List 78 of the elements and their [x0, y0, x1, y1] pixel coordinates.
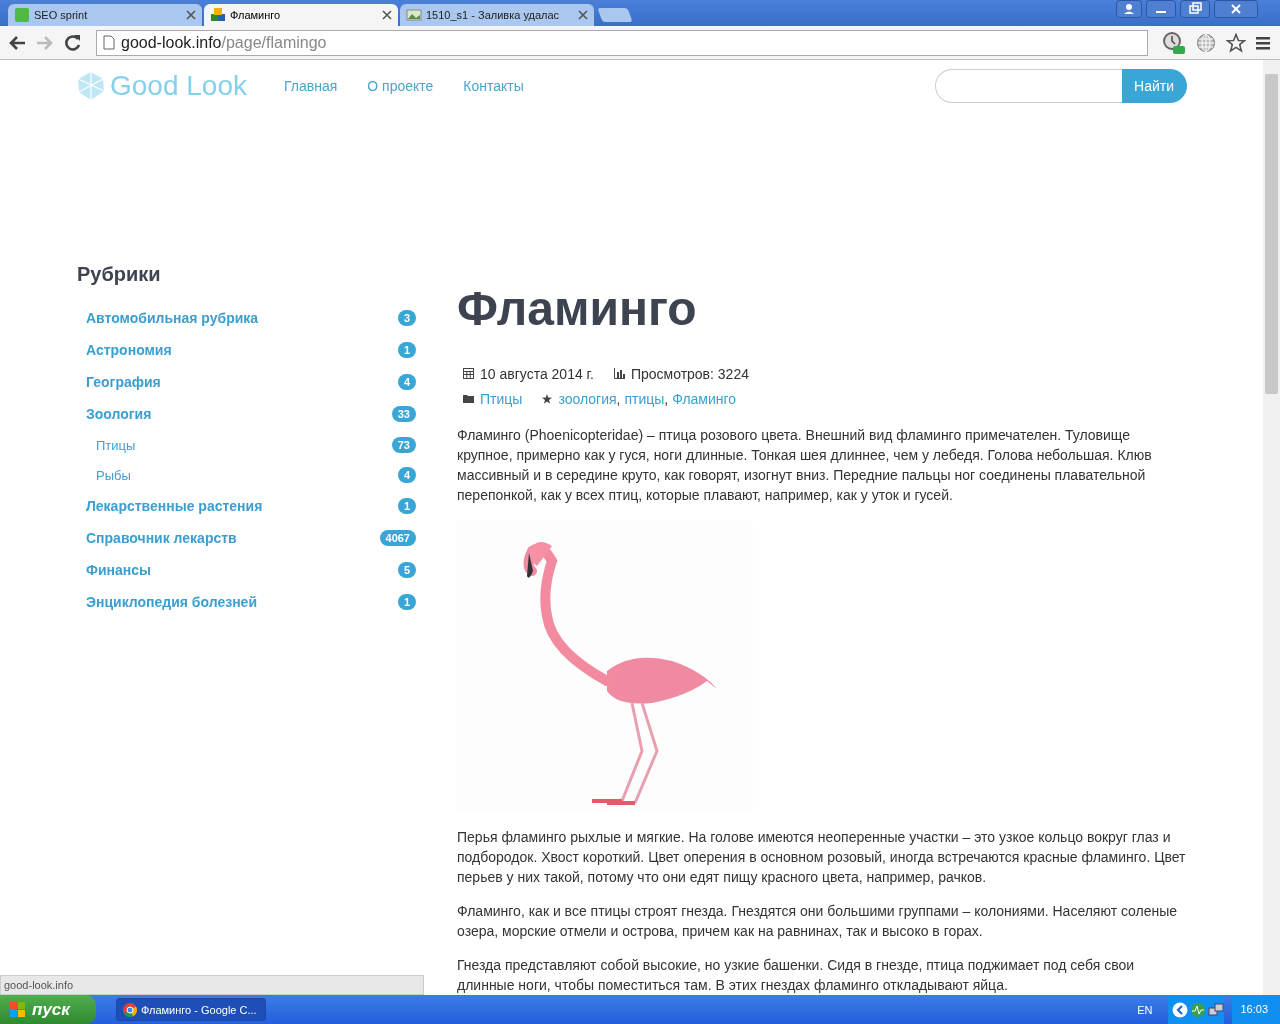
star-icon — [542, 393, 553, 404]
count-badge: 4067 — [379, 530, 416, 546]
count-badge: 4 — [397, 374, 416, 390]
category-link[interactable]: Лекарственные растения — [86, 498, 263, 514]
network-computers-icon — [1208, 1001, 1225, 1018]
category-link[interactable]: География — [86, 374, 161, 390]
chevron-icon — [1172, 1001, 1189, 1018]
category-link[interactable]: Автомобильная рубрика — [86, 310, 259, 326]
globe-icon — [1196, 32, 1216, 53]
language-indicator[interactable]: EN — [1137, 1003, 1153, 1016]
nav-link[interactable]: Контакты — [463, 78, 524, 94]
close-icon — [382, 10, 392, 20]
tag-separator: , — [664, 390, 669, 407]
count-badge: 3 — [397, 310, 416, 326]
post-date: 10 августа 2014 г. — [480, 365, 594, 382]
scrollbar[interactable] — [1263, 60, 1280, 995]
article-title: Фламинго — [457, 281, 698, 337]
new-tab-button[interactable] — [597, 8, 633, 22]
count-badge: 1 — [397, 498, 416, 514]
tag-link[interactable]: Фламинго — [672, 390, 737, 407]
tag-separator: , — [616, 390, 621, 407]
forward-arrow-icon — [36, 34, 54, 51]
article-paragraph: Фламинго (Phoenicopteridae) – птица розового цвета. Внешний вид фламинго примечателен. Туловище крупное, примерно как у гуся, ноги длинные. Тонкая шея длиннее, чем у лебедя. Голова небольшая. Клюв массивный и в середине круто, как говорят, изогнут вниз. Передние пальцы ног соединены плавательной перепонкой, как у всех птиц, которые плавают, например, как у уток и гусей. — [457, 426, 1153, 505]
article-paragraph: Перья фламинго рыхлые и мягкие. На голове имеются неоперенные участки – это узкое кольцо вокруг глаз и подбородок. Хвост короткий. Цвет оперения в основном розовый, иногда встречаются красные фламинго. Цвет перьев у них такой, потому что они едят пищу красного цвета, например, рачков. — [457, 828, 1187, 887]
count-badge: 4 — [397, 467, 416, 483]
sidebar-heading: Рубрики — [77, 263, 162, 286]
view-count: Просмотров: 3224 — [630, 365, 749, 382]
windows-logo-icon — [10, 1001, 26, 1018]
bar-chart-icon — [613, 368, 625, 379]
reload-icon — [64, 33, 82, 52]
category-link[interactable]: Птицы — [480, 390, 523, 407]
browser-tab[interactable]: SEO sprint — [8, 4, 202, 26]
user-icon — [1116, 0, 1142, 18]
category-link[interactable]: Рыбы — [96, 467, 131, 483]
nav-link[interactable]: О проекте — [367, 78, 434, 94]
category-link[interactable]: Финансы — [86, 562, 151, 578]
category-link[interactable]: Птицы — [96, 437, 136, 453]
article-paragraph: Гнезда представляют собой высокие, но узкие башенки. Сидя в гнезде, птица поджимает под себя свои длинные ноги, чтобы поместиться там. В этих гнездах фламинго откладывают яйца. — [457, 956, 1136, 995]
folder-icon — [463, 394, 474, 403]
clock: 16:03 — [1232, 995, 1280, 1024]
count-badge: 1 — [397, 594, 416, 610]
restore-icon — [1180, 0, 1210, 18]
clock-icon — [1162, 30, 1186, 55]
nav-link[interactable]: Главная — [284, 78, 338, 94]
cubes-icon — [210, 7, 226, 23]
tag-link[interactable]: зоология — [558, 390, 617, 407]
address-bar[interactable]: good-look.info/page/flamingo — [96, 29, 1148, 56]
start-button[interactable]: пуск — [0, 995, 96, 1024]
minimize-icon — [1146, 0, 1176, 18]
browser-tab[interactable]: Фламинго — [204, 4, 398, 26]
search-field[interactable] — [935, 69, 1123, 103]
menu-icon — [1256, 35, 1270, 50]
search-button[interactable]: Найти — [1122, 69, 1187, 103]
back-arrow-icon — [8, 34, 26, 51]
chrome-icon — [123, 1002, 137, 1017]
site-logo[interactable]: Good Look — [110, 70, 247, 102]
article-paragraph: Фламинго, как и все птицы строят гнезда. Гнездятся они большими группами – колониями. Населяют соленые озера, морские отмели и острова, причем как на равнинах, так и высоко в горах. — [457, 902, 1179, 941]
status-bubble: good-look.info — [0, 975, 424, 995]
close-icon — [186, 10, 196, 20]
page-icon — [103, 35, 115, 50]
scrollbar-thumb[interactable] — [1265, 74, 1278, 394]
count-badge: 5 — [397, 562, 416, 578]
category-link[interactable]: Справочник лекарств — [86, 530, 237, 546]
count-badge: 33 — [391, 406, 416, 422]
count-badge: 1 — [397, 342, 416, 358]
close-icon — [1214, 0, 1258, 18]
category-link[interactable]: Астрономия — [86, 342, 172, 358]
crystal-logo-icon — [76, 71, 106, 101]
browser-tab[interactable]: 1510_s1 - Заливка удалас — [400, 4, 594, 26]
category-link[interactable]: Энциклопедия болезней — [86, 594, 257, 610]
category-link[interactable]: Зоология — [86, 406, 152, 422]
image-icon — [406, 7, 422, 23]
taskbar-window-button[interactable]: Фламинго - Google C... — [116, 998, 266, 1021]
star-icon — [1226, 32, 1246, 53]
network-activity-icon — [1190, 1001, 1207, 1018]
calendar-icon — [463, 368, 474, 379]
close-icon — [578, 10, 588, 20]
count-badge: 73 — [391, 437, 416, 453]
